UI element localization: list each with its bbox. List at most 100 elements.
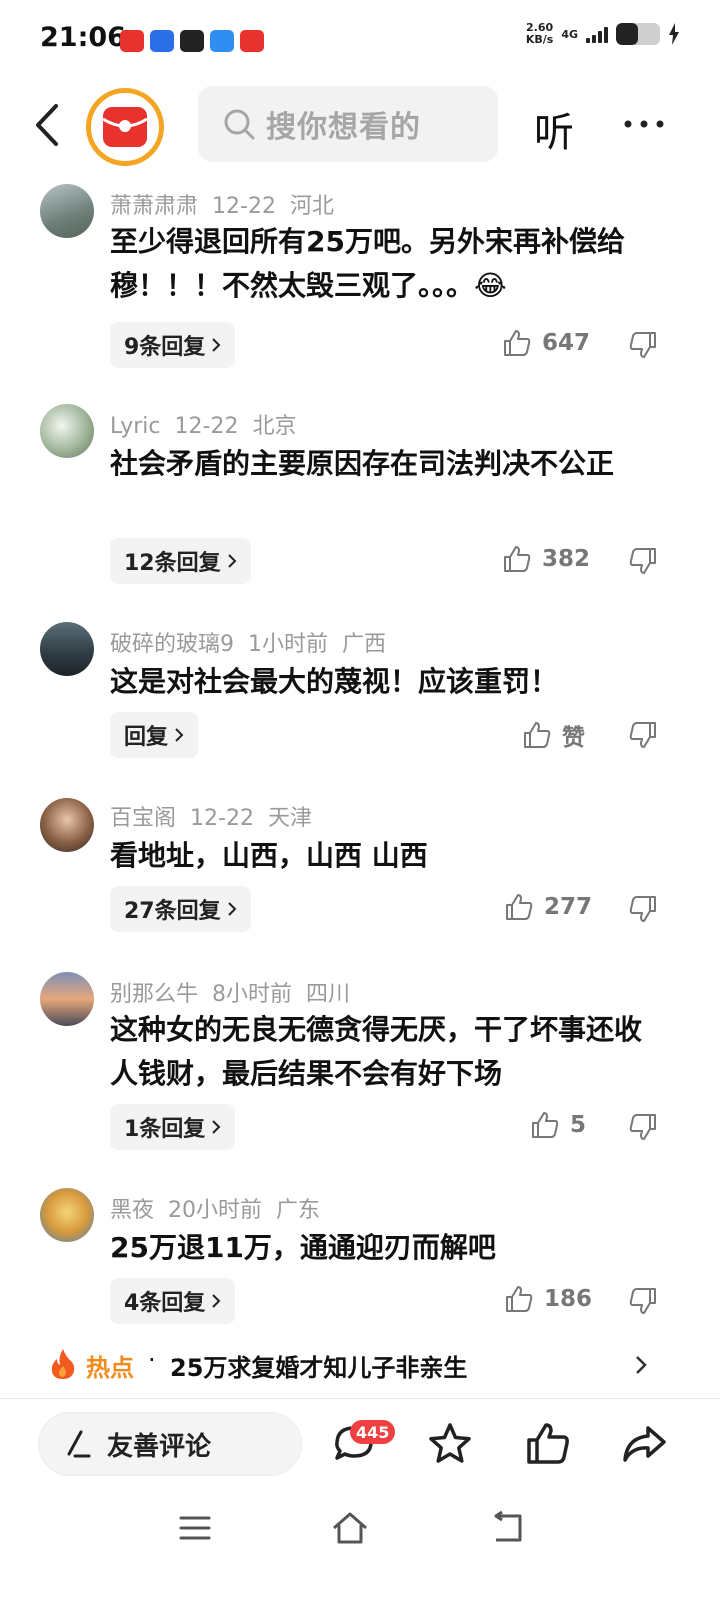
search-icon: [224, 109, 255, 140]
hot-topic-bar[interactable]: 热点 · 25万求复婚才知儿子非亲生: [0, 1340, 720, 1392]
comment-location: 广西: [342, 632, 387, 657]
like-count: 382: [542, 546, 591, 572]
star-icon[interactable]: [426, 1420, 474, 1468]
chevron-right-icon: [212, 1294, 221, 1308]
reply-button[interactable]: 4条回复: [110, 1278, 236, 1324]
hot-label: 热点: [86, 1354, 134, 1382]
network-speed: 2.60 KB/s: [525, 21, 554, 46]
thumbs-down-icon[interactable]: [628, 330, 658, 360]
thumbs-down-icon[interactable]: [628, 894, 658, 924]
system-nav-bar: [0, 1490, 720, 1608]
comment-meta: 破碎的玻璃9 1小时前 广西: [110, 626, 400, 658]
like-button[interactable]: 277: [504, 892, 592, 922]
reply-button[interactable]: 1条回复: [110, 1104, 236, 1150]
comment-date: 12-22: [212, 194, 276, 219]
red-envelope-icon: [102, 107, 148, 147]
fire-icon: [51, 1349, 75, 1379]
reply-button[interactable]: 9条回复: [110, 322, 236, 368]
reply-button[interactable]: 回复: [110, 712, 199, 758]
username[interactable]: 别那么牛: [110, 982, 198, 1007]
back-icon[interactable]: [26, 100, 70, 150]
chevron-right-icon: [227, 902, 237, 916]
top-header: 搜你想看的 听: [0, 84, 720, 170]
like-button[interactable]: 186: [504, 1284, 592, 1314]
battery-icon: [616, 23, 660, 45]
menu-icon[interactable]: [175, 1508, 215, 1548]
comment-location: 四川: [306, 982, 351, 1007]
like-count: 647: [542, 330, 591, 356]
thumbs-up-icon[interactable]: [524, 1420, 572, 1468]
more-icon[interactable]: [622, 104, 666, 144]
comment-text: 看地址，山西，山西 山西: [110, 839, 428, 872]
avatar[interactable]: [40, 1188, 94, 1242]
thumbs-up-icon: [504, 546, 531, 572]
comment-text: 25万退11万，通通迎刃而解吧: [110, 1231, 496, 1264]
comment-count-badge: 445: [350, 1420, 396, 1444]
like-button[interactable]: 382: [502, 544, 590, 574]
thumbs-up-icon: [506, 1286, 533, 1312]
username[interactable]: Lyric: [110, 414, 161, 439]
thumbs-down-icon[interactable]: [628, 546, 658, 576]
status-time: 21:06: [40, 22, 126, 53]
username[interactable]: 百宝阁: [110, 806, 176, 831]
status-indicators: 2.60 KB/s 4G: [526, 22, 680, 46]
thumbs-up-icon: [504, 330, 531, 356]
reply-button[interactable]: 12条回复: [110, 538, 251, 584]
avatar[interactable]: [40, 184, 94, 238]
browser-app-icon: [210, 30, 234, 52]
toutiao-app-icon-2: [240, 30, 264, 52]
chevron-right-icon: [175, 728, 184, 742]
chevron-right-icon: [636, 1356, 647, 1374]
comment-location: 天津: [267, 806, 312, 831]
share-icon[interactable]: [620, 1420, 668, 1468]
comment-meta: Lyric 12-22 北京: [110, 408, 310, 440]
comment-text: 至少得退回所有25万吧。另外宋再补偿给穆！！！不然太毁三观了。。。😂: [110, 225, 625, 302]
like-count: 5: [570, 1112, 587, 1138]
avatar[interactable]: [40, 798, 94, 852]
back-nav-icon[interactable]: [488, 1508, 528, 1548]
comment-location: 北京: [252, 414, 297, 439]
like-count: 赞: [562, 725, 585, 751]
comment-location: 广东: [276, 1198, 321, 1223]
thumbs-down-icon[interactable]: [628, 1112, 658, 1142]
username[interactable]: 萧萧肃肃: [110, 194, 198, 219]
bottom-action-bar: 友善评论 445: [0, 1400, 720, 1490]
comment-date: 8小时前: [212, 982, 293, 1007]
separator-dot: ·: [148, 1346, 156, 1374]
username[interactable]: 破碎的玻璃9: [110, 632, 234, 657]
search-input[interactable]: 搜你想看的: [198, 86, 498, 162]
like-count: 277: [544, 894, 593, 920]
avatar[interactable]: [40, 622, 94, 676]
comment-location: 河北: [289, 194, 334, 219]
baidu-app-icon: [150, 30, 174, 52]
channel-logo[interactable]: [86, 88, 164, 166]
chevron-right-icon: [227, 554, 237, 568]
reply-button[interactable]: 27条回复: [110, 886, 251, 932]
like-button[interactable]: 647: [502, 328, 590, 358]
thumbs-up-icon: [506, 894, 533, 920]
divider: [0, 1398, 720, 1399]
thumbs-down-icon[interactable]: [628, 720, 658, 750]
network-type: 4G: [561, 27, 578, 41]
comment-text: 社会矛盾的主要原因存在司法判决不公正: [110, 447, 615, 480]
comment-text: 这是对社会最大的蔑视！应该重罚！: [110, 665, 559, 698]
thumbs-up-icon: [524, 722, 551, 748]
comment-meta: 百宝阁 12-22 天津: [110, 800, 326, 832]
home-icon[interactable]: [330, 1508, 370, 1548]
comment-meta: 萧萧肃肃 12-22 河北: [110, 188, 348, 220]
comment-date: 12-22: [174, 414, 239, 439]
toutiao-app-icon: [120, 30, 144, 52]
comment-date: 20小时前: [168, 1198, 263, 1223]
comment-meta: 别那么牛 8小时前 四川: [110, 976, 364, 1008]
thumbs-down-icon[interactable]: [628, 1286, 658, 1316]
like-button[interactable]: 5: [530, 1110, 586, 1140]
listen-button[interactable]: 听: [534, 100, 574, 158]
douyin-app-icon: [180, 30, 204, 52]
hot-topic-title[interactable]: 25万求复婚才知儿子非亲生: [170, 1348, 467, 1383]
avatar[interactable]: [40, 972, 94, 1026]
comment-date: 1小时前: [248, 632, 328, 657]
comment-input[interactable]: 友善评论: [38, 1412, 302, 1476]
username[interactable]: 黑夜: [110, 1198, 154, 1223]
avatar[interactable]: [40, 404, 94, 458]
like-button[interactable]: 赞: [522, 718, 585, 752]
